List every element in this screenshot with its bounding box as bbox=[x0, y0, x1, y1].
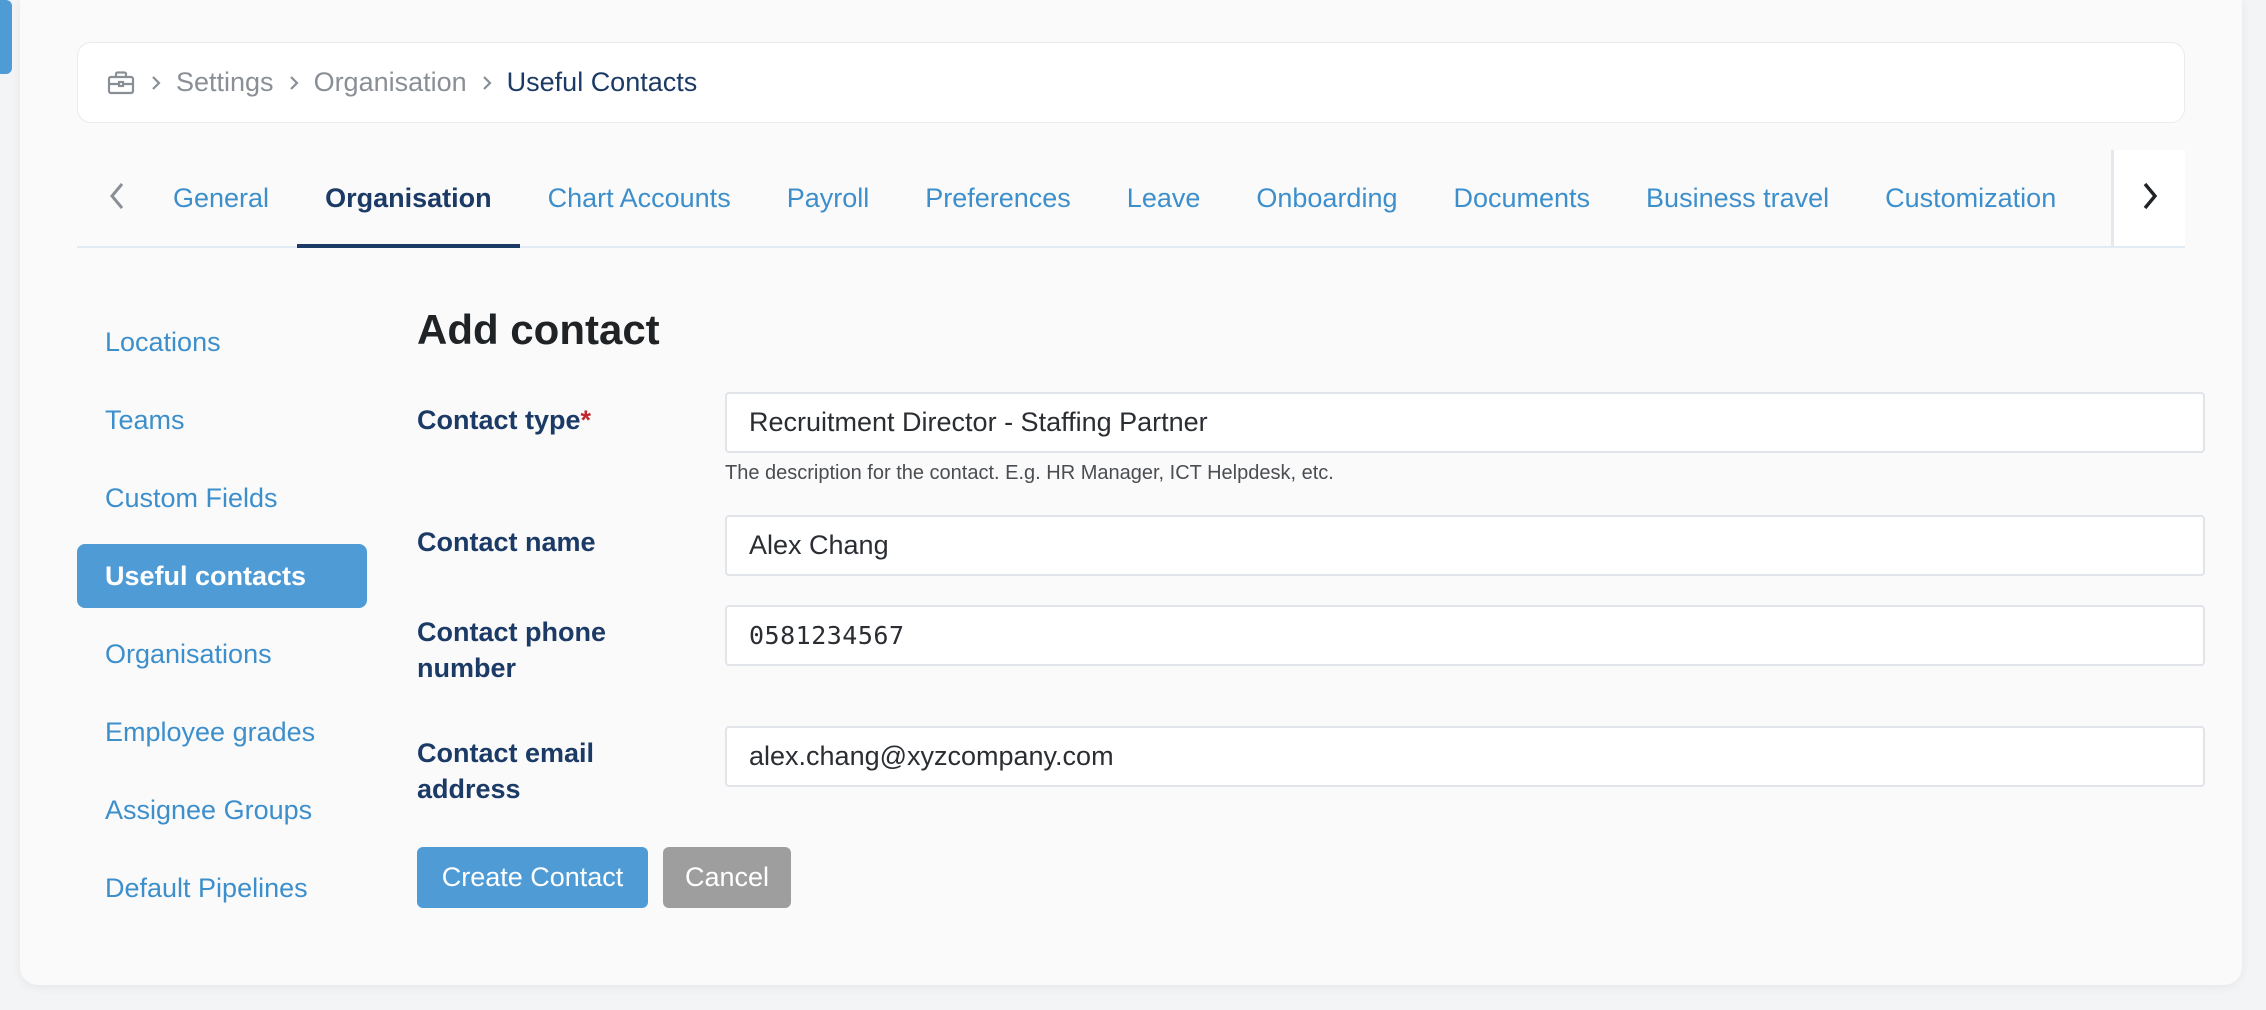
contact-type-label: Contact type* bbox=[417, 405, 592, 435]
chevron-right-icon bbox=[274, 74, 314, 92]
chevron-right-icon bbox=[2141, 181, 2159, 216]
organisation-sidenav: Locations Teams Custom Fields Useful con… bbox=[77, 310, 367, 934]
sidenav-item-useful-contacts[interactable]: Useful contacts bbox=[77, 544, 367, 608]
cancel-button[interactable]: Cancel bbox=[663, 847, 791, 908]
tabs-scroll-right-button[interactable] bbox=[2111, 150, 2185, 246]
chevron-left-icon bbox=[108, 181, 126, 216]
tab-customization[interactable]: Customization bbox=[1857, 150, 2084, 246]
required-marker: * bbox=[580, 405, 592, 435]
corner-indicator bbox=[0, 0, 12, 74]
breadcrumb: Settings Organisation Useful Contacts bbox=[77, 42, 2185, 123]
contact-type-hint: The description for the contact. E.g. HR… bbox=[725, 462, 1334, 484]
add-contact-form: Add contact Contact type* Recruitment Di… bbox=[417, 300, 2207, 908]
tab-business-travel[interactable]: Business travel bbox=[1618, 150, 1857, 246]
sidenav-item-employee-grades[interactable]: Employee grades bbox=[77, 700, 367, 764]
settings-tabs: General Organisation Chart Accounts Payr… bbox=[77, 150, 2185, 248]
contact-email-label: Contact email address bbox=[417, 738, 595, 804]
sidenav-item-custom-fields[interactable]: Custom Fields bbox=[77, 466, 367, 530]
tab-onboarding[interactable]: Onboarding bbox=[1228, 150, 1425, 246]
breadcrumb-organisation[interactable]: Organisation bbox=[314, 67, 467, 98]
sidenav-item-default-pipelines[interactable]: Default Pipelines bbox=[77, 856, 367, 920]
breadcrumb-settings[interactable]: Settings bbox=[176, 67, 274, 98]
tab-payroll[interactable]: Payroll bbox=[759, 150, 898, 246]
tab-leave[interactable]: Leave bbox=[1099, 150, 1229, 246]
tab-general[interactable]: General bbox=[145, 150, 297, 246]
breadcrumb-current: Useful Contacts bbox=[506, 67, 698, 97]
sidenav-item-organisations[interactable]: Organisations bbox=[77, 622, 367, 686]
page-title: Add contact bbox=[417, 306, 660, 353]
tab-preferences[interactable]: Preferences bbox=[897, 150, 1099, 246]
contact-phone-input[interactable]: 0581234567 bbox=[725, 605, 2205, 666]
chevron-right-icon bbox=[136, 74, 176, 92]
create-contact-button[interactable]: Create Contact bbox=[417, 847, 648, 908]
sidenav-item-teams[interactable]: Teams bbox=[77, 388, 367, 452]
briefcase-icon[interactable] bbox=[106, 68, 136, 98]
sidenav-item-locations[interactable]: Locations bbox=[77, 310, 367, 374]
tab-organisation[interactable]: Organisation bbox=[297, 150, 520, 248]
tabs-scroll-left-button[interactable] bbox=[89, 150, 145, 246]
contact-type-input[interactable]: Recruitment Director - Staffing Partner bbox=[725, 392, 2205, 453]
contact-email-input[interactable]: alex.chang@xyzcompany.com bbox=[725, 726, 2205, 787]
contact-name-input[interactable]: Alex Chang bbox=[725, 515, 2205, 576]
chevron-right-icon bbox=[467, 74, 507, 92]
sidenav-item-assignee-groups[interactable]: Assignee Groups bbox=[77, 778, 367, 842]
contact-phone-label: Contact phone number bbox=[417, 617, 606, 683]
tab-documents[interactable]: Documents bbox=[1425, 150, 1618, 246]
tab-chart-accounts[interactable]: Chart Accounts bbox=[520, 150, 759, 246]
settings-card: Settings Organisation Useful Contacts Ge… bbox=[20, 0, 2242, 985]
contact-name-label: Contact name bbox=[417, 527, 596, 557]
